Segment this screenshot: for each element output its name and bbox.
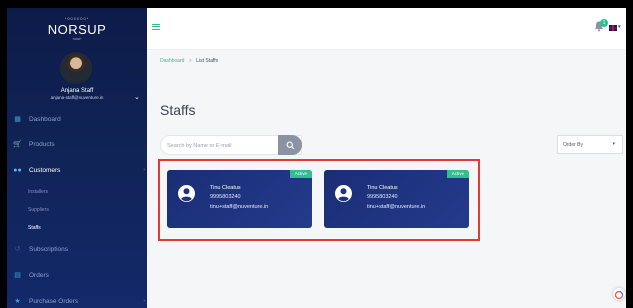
brand-name: NORSUP xyxy=(47,22,107,37)
cart-icon: 🛒 xyxy=(13,141,22,148)
sidebar-subitem-installers[interactable]: Installers xyxy=(28,189,48,195)
topbar: 1 ▾ xyxy=(147,8,626,50)
user-email: anjana-staff@nuventure.in xyxy=(50,95,104,100)
sidebar-item-label: Orders xyxy=(29,271,49,279)
breadcrumb-current: List Staffs xyxy=(196,58,219,64)
dashboard-icon: ▦ xyxy=(14,116,21,123)
sidebar-item-purchase-orders[interactable]: ★ Purchase Orders › xyxy=(13,295,147,307)
app-window: *000000* NORSUP *0000* Anjana Staff anja… xyxy=(7,8,626,308)
subscriptions-icon: ↺ xyxy=(14,246,21,253)
staff-card[interactable]: Active Tinu Cleatus 9995803240 tinu+staf… xyxy=(324,170,469,228)
users-icon: ●● xyxy=(13,166,22,174)
staff-name: Tinu Cleatus xyxy=(210,185,241,191)
search-icon xyxy=(286,141,294,149)
sidebar-subitem-staffs[interactable]: Staffs xyxy=(28,225,41,231)
staff-phone: 9995803240 xyxy=(367,194,398,200)
search-input[interactable] xyxy=(167,140,277,151)
orders-icon: ▤ xyxy=(14,272,21,279)
hamburger-menu-icon[interactable] xyxy=(152,24,160,30)
sidebar-item-products[interactable]: 🛒 Products xyxy=(13,138,147,150)
order-by-label: Order By xyxy=(563,142,584,148)
breadcrumb: Dashboard > List Staffs xyxy=(160,58,218,64)
staff-name: Tinu Cleatus xyxy=(367,185,398,191)
sidebar-item-label: Customers xyxy=(29,166,61,174)
user-name: Anjana Staff xyxy=(60,88,94,94)
sidebar-item-label: Products xyxy=(29,140,55,148)
sidebar-item-orders[interactable]: ▤ Orders xyxy=(13,269,147,281)
page-title: Staffs xyxy=(160,102,196,118)
staff-card[interactable]: Active Tinu Cleatus 9995803240 tinu+staf… xyxy=(167,170,312,228)
sidebar-subitem-suppliers[interactable]: Suppliers xyxy=(28,207,49,213)
staff-phone: 9995803240 xyxy=(210,194,241,200)
brand-subline: *0000* xyxy=(72,37,82,41)
chevron-down-icon: ▾ xyxy=(612,141,615,147)
brand-tagline: *000000* xyxy=(64,16,90,21)
chevron-right-icon: › xyxy=(143,298,145,304)
avatar[interactable] xyxy=(60,52,92,84)
main-content: Dashboard > List Staffs Staffs Order By … xyxy=(147,50,626,308)
chevron-right-icon: › xyxy=(143,167,145,173)
status-badge: Active xyxy=(446,170,469,178)
breadcrumb-home-link[interactable]: Dashboard xyxy=(160,58,184,64)
sidebar-item-label: Dashboard xyxy=(29,115,61,123)
sidebar-item-customers[interactable]: ●● Customers › xyxy=(13,164,147,176)
chat-widget-icon xyxy=(614,290,624,300)
uk-flag-icon[interactable] xyxy=(609,25,617,31)
staff-email: tinu+staff@nuventure.in xyxy=(210,204,269,210)
user-avatar-icon xyxy=(178,185,195,202)
chat-widget-button[interactable] xyxy=(613,288,625,300)
search-button[interactable] xyxy=(278,135,302,155)
sidebar-item-label: Purchase Orders xyxy=(29,297,79,305)
user-menu-chevron-icon[interactable]: ⌄ xyxy=(134,93,140,101)
notification-count-badge: 1 xyxy=(600,19,608,27)
status-badge: Active xyxy=(289,170,312,178)
brand-logo[interactable]: *000000* NORSUP *0000* xyxy=(7,16,147,41)
staff-email: tinu+staff@nuventure.in xyxy=(367,204,426,210)
chevron-down-icon[interactable]: ▾ xyxy=(618,24,621,30)
purchase-orders-icon: ★ xyxy=(14,298,21,305)
sidebar-item-dashboard[interactable]: ▦ Dashboard xyxy=(13,113,147,125)
sidebar-item-label: Subscriptions xyxy=(29,245,69,253)
order-by-select[interactable]: Order By ▾ xyxy=(557,135,623,154)
breadcrumb-separator: > xyxy=(188,58,192,64)
user-avatar-icon xyxy=(335,185,352,202)
sidebar: *000000* NORSUP *0000* Anjana Staff anja… xyxy=(7,8,147,308)
sidebar-item-subscriptions[interactable]: ↺ Subscriptions xyxy=(13,243,147,255)
